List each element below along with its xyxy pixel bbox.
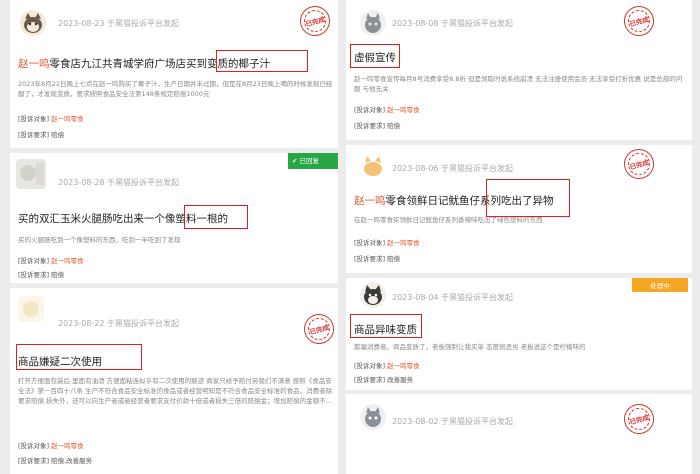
demand-row: [投诉要求] 赔偿 [354, 122, 401, 130]
post-date: 2023-08-06 [392, 164, 439, 173]
post-platform: 于黑猫投诉平台发起 [441, 164, 514, 173]
complaint-title[interactable]: 赵一鸣零食领鲜日记鱿鱼仔系列吃出了异物 [354, 193, 554, 208]
target-link[interactable]: 赵一鸣零食 [51, 442, 84, 450]
post-date: 2023-08-23 [58, 19, 105, 28]
target-row: [投诉对象] 赵一鸣零食 [18, 257, 84, 265]
target-row: [投诉对象] 赵一鸣零食 [354, 106, 420, 114]
complaint-description: 欺骗消费者。商品变质了，老板强制让我买单 态度很恶劣 老板说这个是柠檬味的 [354, 343, 586, 351]
post-platform: 于黑猫投诉平台发起 [107, 319, 180, 328]
cat-avatar [20, 10, 46, 36]
post-meta: 2023-08-08 于黑猫投诉平台发起 [392, 18, 513, 29]
complaint-title[interactable]: 买的双汇玉米火腿肠吃出来一个像塑料一根的 [18, 211, 228, 226]
brand-link[interactable]: 赵一鸣 [18, 58, 50, 70]
target-row: [投诉对象] 赵一鸣零食 [354, 239, 420, 247]
complaint-title[interactable]: 商品异味变质 [354, 322, 417, 337]
demand-row: [投诉要求] 赔偿,改善服务 [18, 457, 93, 465]
post-meta: 2023-08-06 于黑猫投诉平台发起 [392, 163, 513, 174]
complaint-title[interactable]: 商品嫌疑二次使用 [18, 354, 102, 369]
target-row: [投诉对象] 赵一鸣零食 [18, 115, 84, 123]
complaint-description: 赵一鸣零食宣传每月8号消费享受8.8折 但是领取时说系统崩溃 无法注册使用会员 … [354, 75, 683, 93]
demand-value: 赔偿 [51, 271, 65, 279]
blurred-avatar [16, 159, 46, 189]
target-link[interactable]: 赵一鸣零食 [51, 257, 84, 265]
complaint-card[interactable]: 2023-08-02 于黑猫投诉平台发起 已完成 [346, 394, 692, 474]
complaint-title[interactable]: 赵一鸣零食店九江共青城学府广场店买到变质的椰子汁 [18, 56, 270, 71]
grey-cat-avatar [360, 404, 386, 430]
post-meta: 2023-08-28 于黑猫投诉平台发起 [58, 177, 179, 188]
demand-value: 赔偿 [387, 122, 401, 130]
post-date: 2023-08-28 [58, 178, 105, 187]
post-platform: 于黑猫投诉平台发起 [107, 178, 180, 187]
status-tag: ✔ 已回复 [288, 153, 338, 169]
default-avatar [18, 296, 44, 322]
post-date: 2023-08-08 [392, 19, 439, 28]
status-stamp: 已完成 [620, 145, 658, 183]
complaint-description: 在赵一鸣零食买领鲜日记鱿鱼仔系列香辣味吃出了绿色塑料的东西 [354, 216, 543, 224]
complaint-card[interactable]: 2023-08-04 于黑猫投诉平台发起 处理中 商品异味变质 欺骗消费者。商品… [346, 278, 692, 390]
status-stamp: 已完成 [300, 310, 338, 348]
complaint-card[interactable]: 2023-08-06 于黑猫投诉平台发起 已完成 赵一鸣零食领鲜日记鱿鱼仔系列吃… [346, 145, 692, 273]
post-date: 2023-08-22 [58, 319, 105, 328]
status-stamp: 已完成 [620, 400, 658, 438]
post-platform: 于黑猫投诉平台发起 [441, 293, 514, 302]
complaint-card[interactable]: 2023-08-22 于黑猫投诉平台发起 已完成 商品嫌疑二次使用 打开方便面包… [10, 288, 338, 474]
complaint-description: 买的火腿肠吃到一个像塑料的东西，吃到一半吃到了发现 [18, 236, 181, 244]
complaint-description: 打开方便面包装后 里面有油渍 方便面粘连似乎有二次使用的痕迹 商家只给予赔付另我… [18, 377, 333, 405]
post-meta: 2023-08-22 于黑猫投诉平台发起 [58, 318, 179, 329]
post-meta: 2023-08-02 于黑猫投诉平台发起 [392, 416, 513, 427]
post-meta: 2023-08-23 于黑猫投诉平台发起 [58, 18, 179, 29]
complaint-card[interactable]: 2023-08-23 于黑猫投诉平台发起 已完成 赵一鸣零食店九江共青城学府广场… [10, 0, 338, 148]
demand-value: 赔偿,改善服务 [51, 457, 93, 465]
complaint-description: 2023年8月22日晚上七点在赵一鸣购买了椰子汁，生产日期并未过期，但是在8月2… [18, 80, 333, 98]
status-tag: 处理中 [632, 278, 688, 292]
dark-cat-avatar [360, 282, 386, 308]
target-row: [投诉对象] 赵一鸣零食 [354, 362, 420, 370]
complaint-card[interactable]: 2023-08-08 于黑猫投诉平台发起 已完成 虚假宣传 赵一鸣零食宣传每月8… [346, 0, 692, 140]
demand-row: [投诉要求] 改善服务 [354, 376, 414, 384]
demand-value: 赔偿 [51, 131, 65, 139]
demand-row: [投诉要求] 赔偿 [354, 255, 401, 263]
grey-cat-avatar [360, 10, 386, 36]
post-date: 2023-08-02 [392, 417, 439, 426]
target-link[interactable]: 赵一鸣零食 [387, 106, 420, 114]
orange-cat-avatar [360, 153, 386, 179]
target-row: [投诉对象] 赵一鸣零食 [18, 442, 84, 450]
post-platform: 于黑猫投诉平台发起 [441, 19, 514, 28]
status-stamp: 已完成 [296, 2, 334, 40]
post-platform: 于黑猫投诉平台发起 [107, 19, 180, 28]
target-link[interactable]: 赵一鸣零食 [51, 115, 84, 123]
demand-row: [投诉要求] 赔偿 [18, 131, 65, 139]
target-link[interactable]: 赵一鸣零食 [387, 239, 420, 247]
post-meta: 2023-08-04 于黑猫投诉平台发起 [392, 292, 513, 303]
complaint-card[interactable]: 2023-08-28 于黑猫投诉平台发起 ✔ 已回复 买的双汇玉米火腿肠吃出来一… [10, 153, 338, 283]
brand-link[interactable]: 赵一鸣 [354, 195, 386, 207]
target-link[interactable]: 赵一鸣零食 [387, 362, 420, 370]
post-platform: 于黑猫投诉平台发起 [441, 417, 514, 426]
status-stamp: 已完成 [620, 2, 658, 40]
post-date: 2023-08-04 [392, 293, 439, 302]
complaint-title[interactable]: 虚假宣传 [354, 50, 396, 65]
demand-value: 赔偿 [387, 255, 401, 263]
demand-value: 改善服务 [387, 376, 414, 384]
demand-row: [投诉要求] 赔偿 [18, 271, 65, 279]
